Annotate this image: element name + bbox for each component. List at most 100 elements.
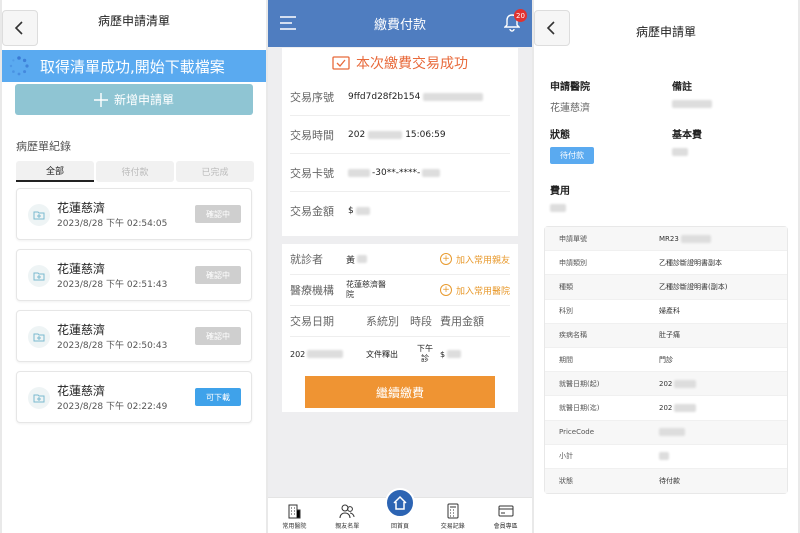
table-row: 就醫日期(迄) 202	[545, 396, 787, 421]
transaction-row: 交易金額 $	[290, 192, 510, 230]
row-label: 交易卡號	[290, 166, 334, 180]
nav-favorite-hospitals[interactable]: 常用醫院	[268, 498, 321, 533]
redacted	[355, 207, 370, 215]
column-header: 費用金額	[440, 315, 484, 328]
patient-value: 黃	[346, 255, 356, 266]
people-icon	[339, 504, 355, 519]
nav-label: 會員專區	[493, 523, 518, 530]
hospital-section: 申請醫院 花蓮慈濟	[550, 78, 590, 114]
success-banner: 取得清單成功,開始下載檔案	[2, 50, 266, 82]
nav-label: 回首頁	[390, 523, 409, 530]
record-hospital: 花蓮慈濟	[57, 384, 106, 398]
back-button[interactable]	[2, 10, 38, 46]
record-status-button[interactable]: 確認中	[195, 327, 241, 345]
nav-label: 交易記錄	[440, 523, 465, 530]
status-section: 狀態 待付款	[550, 126, 594, 164]
table-row: 種類 乙種診斷證明書(副本)	[545, 275, 787, 300]
plus-circle-icon: +	[439, 284, 452, 296]
fee-cell: $	[440, 350, 462, 359]
table-row: 申請單號 MR23	[545, 227, 787, 252]
base-fee-section: 基本費	[672, 126, 702, 158]
redacted	[348, 168, 370, 177]
page-title: 病歷申請清單	[97, 13, 170, 28]
transaction-row: 交易序號 9ffd7d28f2b154	[290, 78, 510, 116]
patient-label: 就診者	[290, 253, 323, 266]
detail-headers: 交易日期 系統別 時段 費用金額	[290, 306, 510, 337]
home-icon	[384, 488, 415, 518]
section-title: 病歷單紀錄	[16, 140, 71, 153]
redacted	[357, 255, 368, 263]
tab-completed[interactable]: 已完成	[176, 161, 254, 182]
nav-transactions[interactable]: 交易記錄	[426, 498, 479, 533]
record-date: 2023/8/28 下午 02:22:49	[57, 402, 168, 412]
page-title: 病歷申請單	[635, 24, 696, 39]
detail-table: 申請單號 MR23 申請類別 乙種診斷證明書副本 種類 乙種診斷證明書(副本) 科別婦…	[544, 226, 788, 494]
nav-relatives[interactable]: 親友名單	[321, 498, 374, 533]
add-favorite-hospital-link[interactable]: + 加入常用醫院	[439, 284, 510, 297]
row-label: 交易金額	[290, 205, 334, 218]
detail-values: 202 文件釋出 下午診 $	[290, 337, 510, 371]
row-value: 202	[348, 129, 366, 140]
tab-all[interactable]: 全部	[16, 161, 94, 182]
filter-tabs: 全部 待付款 已完成	[16, 161, 254, 182]
row-value: 9ffd7d28f2b154	[348, 91, 421, 102]
new-application-button[interactable]: 新增申請單	[15, 84, 253, 115]
add-hospital-label: 加入常用醫院	[455, 286, 510, 297]
chevron-left-icon	[14, 21, 23, 35]
record-date: 2023/8/28 下午 02:51:43	[57, 280, 168, 290]
hospital-value: 花蓮慈濟醫院	[346, 280, 386, 299]
nav-member[interactable]: 會員專區	[479, 498, 532, 533]
row-value: $	[348, 206, 354, 216]
record-hospital: 花蓮慈濟	[57, 201, 106, 215]
hospital-label: 申請醫院	[550, 82, 590, 93]
table-row: 申請類別 乙種診斷證明書副本	[545, 251, 787, 276]
calculator-icon	[447, 503, 459, 519]
continue-payment-button[interactable]: 繼續繳費	[305, 376, 495, 408]
record-status-button[interactable]: 確認中	[195, 266, 241, 284]
transaction-row: 交易卡號 -30**-****-	[290, 154, 510, 192]
session-cell: 下午診	[417, 344, 433, 363]
menu-icon[interactable]	[280, 16, 296, 30]
status-badge: 待付款	[550, 147, 594, 164]
records-list-screen: 病歷申請清單 取得清單成功,開始下載檔案 新增申請單 病歷單紀錄 全部 待付款 …	[2, 0, 266, 533]
status-label: 狀態	[550, 130, 570, 141]
table-row: 狀態 待付款	[545, 468, 787, 494]
new-application-label: 新增申請單	[113, 93, 174, 107]
add-favorite-relative-link[interactable]: + 加入常用親友	[439, 253, 510, 266]
success-text: 本次繳費交易成功	[356, 56, 468, 72]
nav-home[interactable]: 回首頁	[374, 488, 427, 533]
table-row: 就醫日期(起) 202	[545, 372, 787, 397]
tab-pending-payment[interactable]: 待付款	[96, 161, 174, 182]
nav-label: 親友名單	[335, 523, 360, 530]
row-label: 交易序號	[290, 90, 334, 104]
record-card[interactable]: 花蓮慈濟 2023/8/28 下午 02:51:43 確認中	[16, 249, 252, 301]
base-fee-label: 基本費	[672, 130, 702, 141]
record-date: 2023/8/28 下午 02:54:05	[57, 219, 168, 229]
record-hospital: 花蓮慈濟	[57, 262, 106, 276]
record-card[interactable]: 花蓮慈濟 2023/8/28 下午 02:50:43 確認中	[16, 310, 252, 362]
download-button[interactable]: 可下載	[195, 388, 241, 406]
redacted	[422, 168, 441, 177]
record-card[interactable]: 花蓮慈濟 2023/8/28 下午 02:54:05 確認中	[16, 188, 252, 240]
back-button[interactable]	[534, 10, 570, 46]
add-relative-label: 加入常用親友	[455, 255, 510, 266]
remark-label: 備註	[672, 82, 692, 93]
column-header: 交易日期	[290, 315, 334, 328]
chevron-left-icon	[546, 21, 555, 35]
receipt-check-icon	[332, 56, 350, 70]
card-icon	[498, 505, 514, 517]
table-row: 期間 門診	[545, 348, 787, 373]
record-status-button[interactable]: 確認中	[195, 205, 241, 223]
transaction-summary: 本次繳費交易成功 交易序號 9ffd7d28f2b154 交易時間 202 15…	[282, 48, 518, 236]
patient-row: 就診者 黃 + 加入常用親友	[290, 244, 510, 275]
table-row: 小計	[545, 445, 787, 469]
hospital-row: 醫療機構 花蓮慈濟醫院 + 加入常用醫院	[290, 275, 510, 306]
record-card[interactable]: 花蓮慈濟 2023/8/28 下午 02:22:49 可下載	[16, 371, 252, 423]
header: 繳費付款 20	[268, 0, 532, 47]
fee-label: 費用	[550, 186, 570, 197]
column-header: 時段	[410, 315, 432, 328]
bottom-nav: 常用醫院 親友名單 回首頁 交易記錄 會員專區	[268, 488, 532, 533]
record-hospital: 花蓮慈濟	[57, 323, 106, 337]
redacted	[368, 130, 403, 139]
row-value: -30**-****-	[372, 167, 421, 178]
